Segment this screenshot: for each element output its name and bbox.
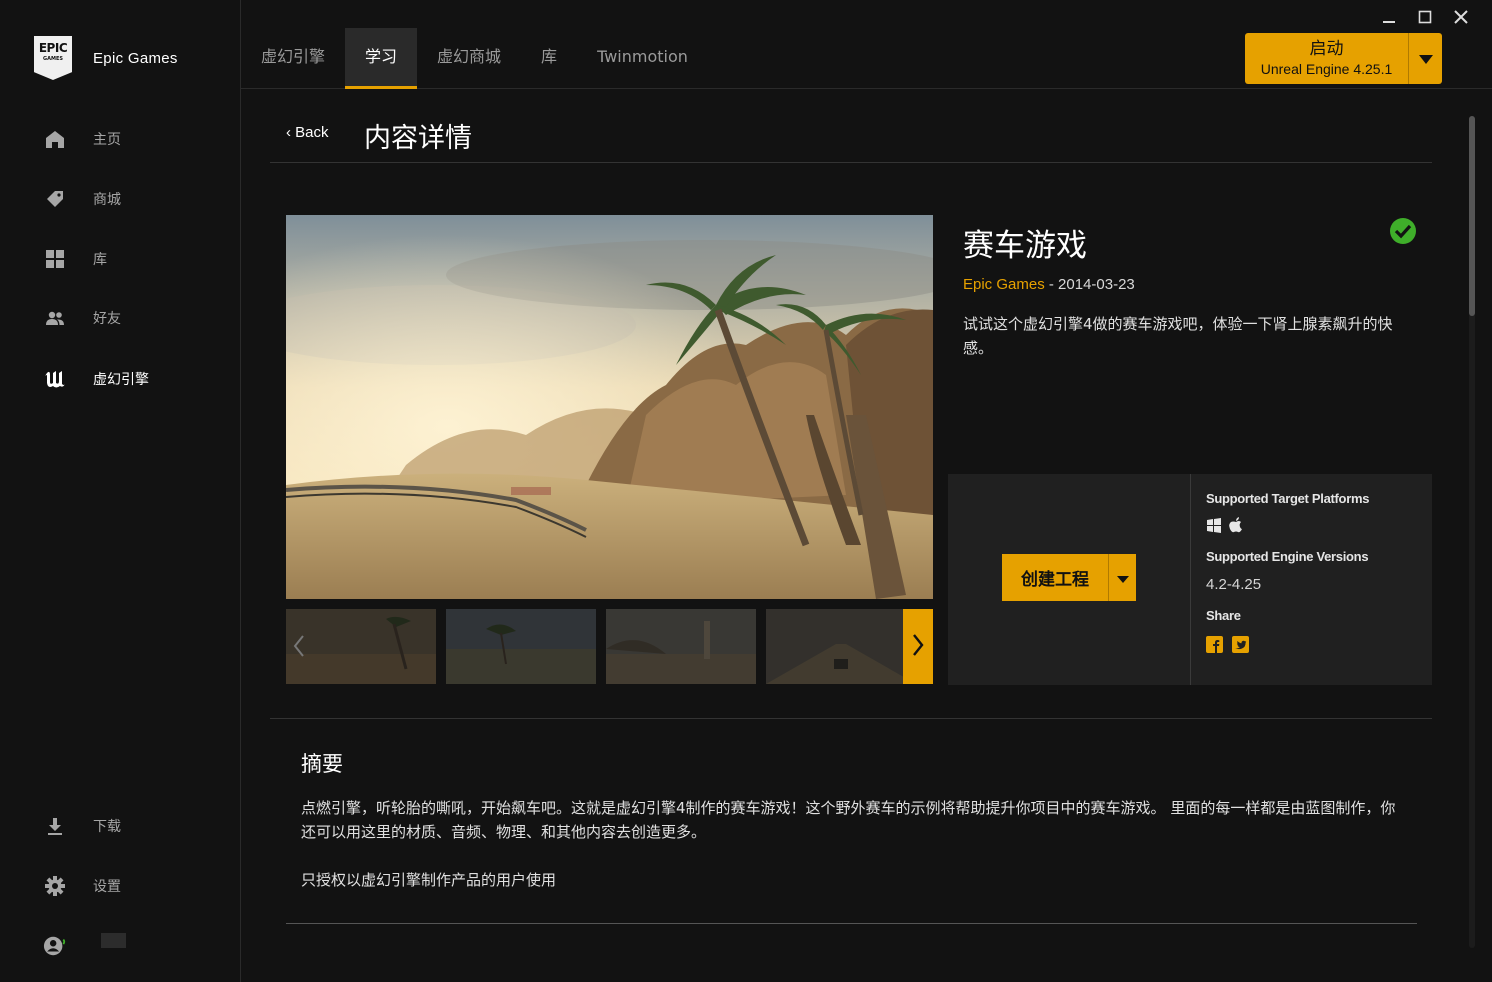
sidebar-item-store[interactable]: 商城	[43, 187, 121, 211]
sidebar-item-unreal-engine[interactable]: 虚幻引擎	[43, 367, 149, 391]
gear-icon	[43, 874, 67, 898]
sidebar-item-label: 主页	[93, 132, 121, 148]
tab-twinmotion[interactable]: Twinmotion	[577, 28, 708, 89]
divider	[270, 162, 1432, 163]
download-icon	[43, 814, 67, 838]
account-name-placeholder	[101, 933, 126, 948]
home-icon	[43, 127, 67, 151]
platform-icons	[1206, 517, 1244, 538]
apple-icon	[1228, 517, 1244, 538]
thumbnail-3[interactable]	[606, 609, 756, 684]
divider	[270, 718, 1432, 719]
chevron-right-icon	[912, 633, 924, 660]
create-project-group: 创建工程	[1002, 554, 1136, 601]
tab-unreal-engine[interactable]: 虚幻引擎	[241, 28, 345, 89]
window-controls	[1378, 6, 1472, 28]
launch-label: 启动	[1309, 38, 1344, 59]
sidebar-item-label: 商城	[93, 192, 121, 208]
chevron-left-icon	[293, 635, 305, 661]
create-project-dropdown[interactable]	[1108, 554, 1136, 601]
tab-marketplace[interactable]: 虚幻商城	[417, 28, 521, 89]
platforms-heading: Supported Target Platforms	[1206, 491, 1370, 506]
launch-button-group: 启动 Unreal Engine 4.25.1	[1245, 33, 1442, 84]
sidebar-item-friends[interactable]: 好友	[43, 306, 121, 330]
sidebar-item-label: 好友	[93, 311, 121, 327]
sidebar-item-label: 虚幻引擎	[93, 372, 149, 388]
epic-games-logo: EPIC GAMES	[34, 36, 72, 80]
sidebar-item-account[interactable]	[43, 934, 67, 958]
page-title: 内容详情	[364, 123, 472, 154]
license-note: 只授权以虚幻引擎制作产品的用户使用	[301, 871, 557, 889]
summary-body: 点燃引擎，听轮胎的嘶吼，开始飙车吧。这就是虚幻引擎4制作的赛车游戏！这个野外赛车…	[301, 799, 1396, 841]
sidebar: EPIC GAMES Epic Games 主页 商城 库 好友 虚幻引擎 下载…	[0, 0, 241, 982]
thumbnail-4[interactable]	[766, 609, 916, 684]
friends-icon	[43, 306, 67, 330]
scrollbar-thumb[interactable]	[1469, 116, 1475, 316]
close-icon[interactable]	[1450, 6, 1472, 28]
logo-line2: GAMES	[43, 56, 63, 62]
supported-versions: 4.2-4.25	[1206, 576, 1262, 593]
logo-line1: EPIC	[38, 41, 68, 55]
maximize-icon[interactable]	[1414, 6, 1436, 28]
tab-library[interactable]: 库	[521, 28, 577, 89]
sidebar-item-label: 下载	[93, 819, 121, 835]
thumbnail-1[interactable]	[286, 609, 436, 684]
divider	[286, 923, 1417, 924]
divider	[1190, 474, 1191, 685]
launch-dropdown-button[interactable]	[1408, 33, 1442, 84]
versions-heading: Supported Engine Versions	[1206, 549, 1369, 564]
brand-name: Epic Games	[93, 49, 178, 67]
chevron-down-icon	[1116, 568, 1129, 587]
summary-title: 摘要	[301, 752, 343, 776]
thumbnail-next-button[interactable]	[903, 609, 933, 684]
release-date: 2014-03-23	[1058, 276, 1135, 293]
grid-icon	[43, 247, 67, 271]
thumbnail-2[interactable]	[446, 609, 596, 684]
thumbnail-prev-button[interactable]	[293, 635, 305, 661]
product-meta: Epic Games - 2014-03-23	[963, 276, 1135, 293]
back-button[interactable]: ‹ Back	[286, 124, 329, 141]
sidebar-item-home[interactable]: 主页	[43, 127, 121, 151]
action-panel: 创建工程 Supported Target Platforms Supporte…	[948, 474, 1432, 685]
tab-bar: 虚幻引擎 学习 虚幻商城 库 Twinmotion	[241, 28, 708, 89]
vertical-scrollbar[interactable]	[1469, 116, 1475, 948]
create-project-button[interactable]: 创建工程	[1002, 554, 1108, 601]
windows-icon	[1206, 517, 1222, 538]
thumbnail-strip	[286, 609, 933, 684]
sidebar-item-label: 库	[93, 252, 107, 268]
tab-learn[interactable]: 学习	[345, 28, 418, 89]
twitter-icon[interactable]	[1232, 636, 1249, 658]
back-label: Back	[295, 124, 329, 141]
launch-button[interactable]: 启动 Unreal Engine 4.25.1	[1245, 33, 1408, 84]
share-icons	[1206, 636, 1249, 658]
owned-check-icon	[1389, 217, 1417, 245]
date-separator: -	[1044, 276, 1059, 293]
sidebar-item-settings[interactable]: 设置	[43, 874, 121, 898]
hero-image[interactable]	[286, 215, 933, 599]
chevron-down-icon	[1418, 49, 1433, 68]
brand[interactable]: EPIC GAMES Epic Games	[34, 36, 178, 80]
user-icon	[43, 934, 67, 958]
share-heading: Share	[1206, 608, 1241, 623]
unreal-icon	[43, 367, 67, 391]
sidebar-item-label: 设置	[93, 879, 121, 895]
minimize-icon[interactable]	[1378, 6, 1400, 28]
publisher-link[interactable]: Epic Games	[963, 276, 1045, 293]
sidebar-item-downloads[interactable]: 下载	[43, 814, 121, 838]
facebook-icon[interactable]	[1206, 636, 1223, 658]
tag-icon	[43, 187, 67, 211]
content-area: ‹ Back 内容详情 赛车游戏 Epic Games - 2014-03-23…	[241, 90, 1492, 982]
product-description: 试试这个虚幻引擎4做的赛车游戏吧，体验一下肾上腺素飙升的快感。	[963, 315, 1393, 357]
launch-version: Unreal Engine 4.25.1	[1260, 60, 1393, 77]
product-title: 赛车游戏	[963, 228, 1087, 264]
sidebar-item-library[interactable]: 库	[43, 247, 107, 271]
